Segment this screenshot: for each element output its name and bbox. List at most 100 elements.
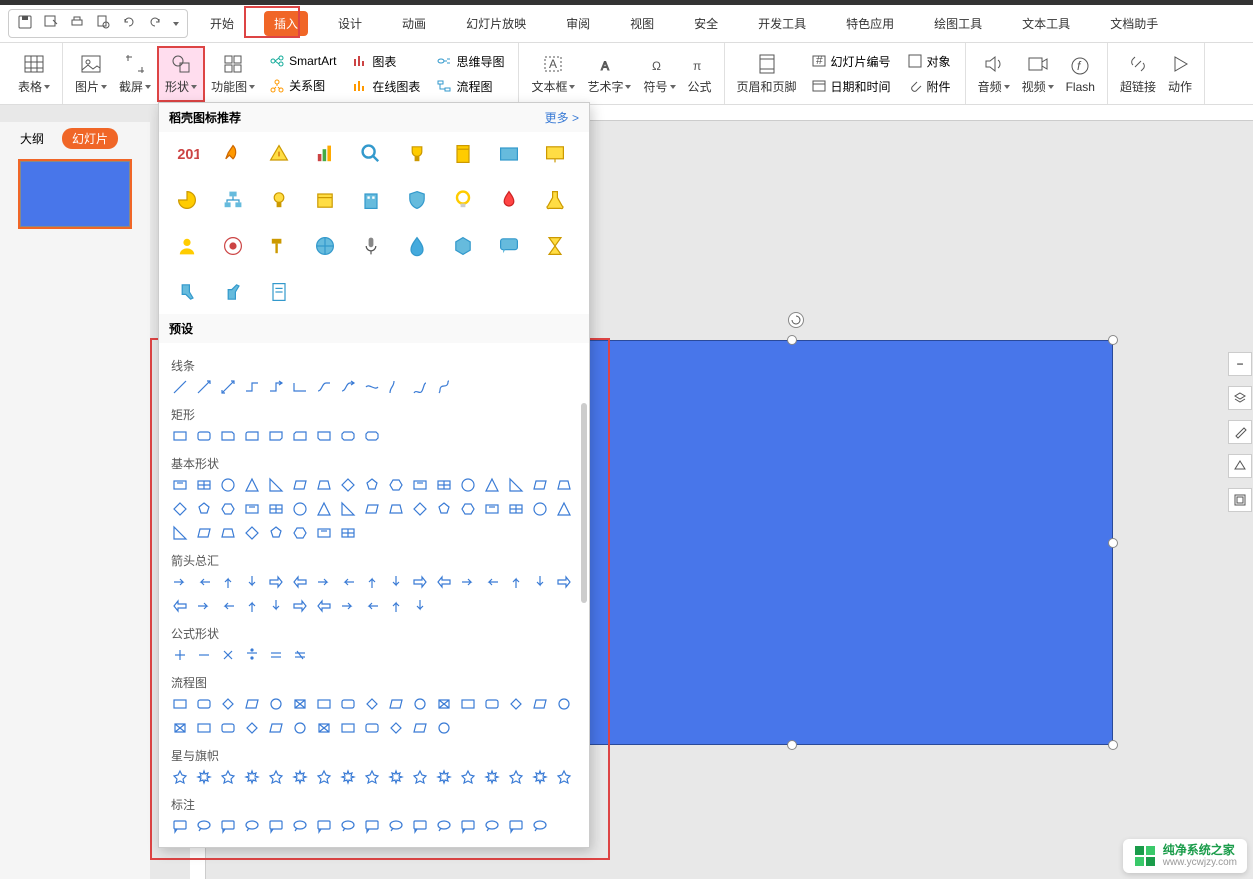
shape-basic-20[interactable] [243,500,261,518]
layers-icon[interactable] [1228,386,1252,410]
shape-stars-5[interactable] [291,768,309,786]
mindmap-button[interactable]: 思维导图 [432,51,508,72]
shape-callouts-10[interactable] [411,817,429,835]
shape-basic-24[interactable] [339,500,357,518]
rec-warning-icon[interactable] [265,140,293,168]
rec-trophy-icon[interactable] [403,140,431,168]
rec-bar-chart-icon[interactable] [311,140,339,168]
shape-lines-1[interactable] [195,378,213,396]
shape-arrows-26[interactable] [387,597,405,615]
video-button[interactable]: 视频 [1016,46,1060,102]
shape-basic-4[interactable] [267,476,285,494]
shape-equation-5[interactable] [291,646,309,664]
resize-handle-se[interactable] [1108,740,1118,750]
shape-flowchart-6[interactable] [315,695,333,713]
shape-lines-8[interactable] [363,378,381,396]
tab-插入[interactable]: 插入 [264,11,308,36]
shape-flowchart-24[interactable] [339,719,357,737]
shape-equation-3[interactable] [243,646,261,664]
frame-icon[interactable] [1228,488,1252,512]
shape-equation-1[interactable] [195,646,213,664]
tab-开发工具[interactable]: 开发工具 [748,11,816,36]
rotate-handle[interactable] [788,312,804,328]
print-preview-icon[interactable] [95,14,111,33]
shape-stars-3[interactable] [243,768,261,786]
shape-flowchart-4[interactable] [267,695,285,713]
shape-callouts-0[interactable] [171,817,189,835]
shape-arrows-12[interactable] [459,573,477,591]
rec-person-icon[interactable] [173,232,201,260]
shape-stars-2[interactable] [219,768,237,786]
shape-flowchart-8[interactable] [363,695,381,713]
shape-lines-7[interactable] [339,378,357,396]
object-button[interactable]: 对象 [903,51,955,72]
shape-arrows-19[interactable] [219,597,237,615]
undo-icon[interactable] [121,14,137,33]
rec-bulb-trophy-icon[interactable] [265,186,293,214]
rec-target-icon[interactable] [219,232,247,260]
flash-button[interactable]: fFlash [1060,46,1101,102]
shape-basic-18[interactable] [195,500,213,518]
shape-flowchart-0[interactable] [171,695,189,713]
shape-basic-2[interactable] [219,476,237,494]
shape-basic-23[interactable] [315,500,333,518]
shape-stars-11[interactable] [435,768,453,786]
shape-flowchart-10[interactable] [411,695,429,713]
rec-org-icon[interactable] [219,186,247,214]
shape-flowchart-22[interactable] [291,719,309,737]
picture-button[interactable]: 图片 [69,46,113,102]
shape-tool-icon[interactable] [1228,454,1252,478]
rec-drop-icon[interactable] [403,232,431,260]
rec-notebook-icon[interactable] [449,140,477,168]
rec-hex-icon[interactable] [449,232,477,260]
shape-basic-17[interactable] [171,500,189,518]
shape-lines-11[interactable] [435,378,453,396]
slide-thumbnail-1[interactable] [20,161,130,227]
shape-flowchart-13[interactable] [483,695,501,713]
scrollbar[interactable] [581,403,587,603]
shape-callouts-12[interactable] [459,817,477,835]
shape-lines-10[interactable] [411,378,429,396]
shape-flowchart-11[interactable] [435,695,453,713]
chart-button[interactable]: 图表 [348,51,424,72]
rec-doc-icon[interactable] [265,278,293,306]
shape-stars-4[interactable] [267,768,285,786]
shape-arrows-11[interactable] [435,573,453,591]
tab-文档助手[interactable]: 文档助手 [1100,11,1168,36]
shape-arrows-10[interactable] [411,573,429,591]
shape-basic-10[interactable] [411,476,429,494]
smartart-button[interactable]: SmartArt [265,51,340,71]
shape-basic-5[interactable] [291,476,309,494]
tab-特色应用[interactable]: 特色应用 [836,11,904,36]
rec-calendar-icon[interactable] [311,186,339,214]
redo-icon[interactable] [147,14,163,33]
hyperlink-button[interactable]: 超链接 [1114,46,1162,102]
shape-callouts-13[interactable] [483,817,501,835]
datetime-button[interactable]: 日期和时间 [807,76,895,97]
shape-rects-0[interactable] [171,427,189,445]
tab-slides[interactable]: 幻灯片 [62,128,118,149]
tab-绘图工具[interactable]: 绘图工具 [924,11,992,36]
rec-board-icon[interactable] [541,140,569,168]
shape-flowchart-17[interactable] [171,719,189,737]
shape-lines-5[interactable] [291,378,309,396]
shape-stars-8[interactable] [363,768,381,786]
resize-handle-s[interactable] [787,740,797,750]
shape-basic-34[interactable] [171,524,189,542]
shape-callouts-15[interactable] [531,817,549,835]
shape-lines-6[interactable] [315,378,333,396]
shape-basic-19[interactable] [219,500,237,518]
shape-flowchart-16[interactable] [555,695,573,713]
shape-rects-6[interactable] [315,427,333,445]
shape-basic-21[interactable] [267,500,285,518]
shape-arrows-7[interactable] [339,573,357,591]
rec-mic-icon[interactable] [357,232,385,260]
shape-basic-6[interactable] [315,476,333,494]
attachment-button[interactable]: 附件 [903,76,955,97]
resize-handle-n[interactable] [787,335,797,345]
shape-basic-7[interactable] [339,476,357,494]
shape-stars-15[interactable] [531,768,549,786]
shape-lines-2[interactable] [219,378,237,396]
tab-安全[interactable]: 安全 [684,11,728,36]
rec-thumb-up-icon[interactable] [219,278,247,306]
